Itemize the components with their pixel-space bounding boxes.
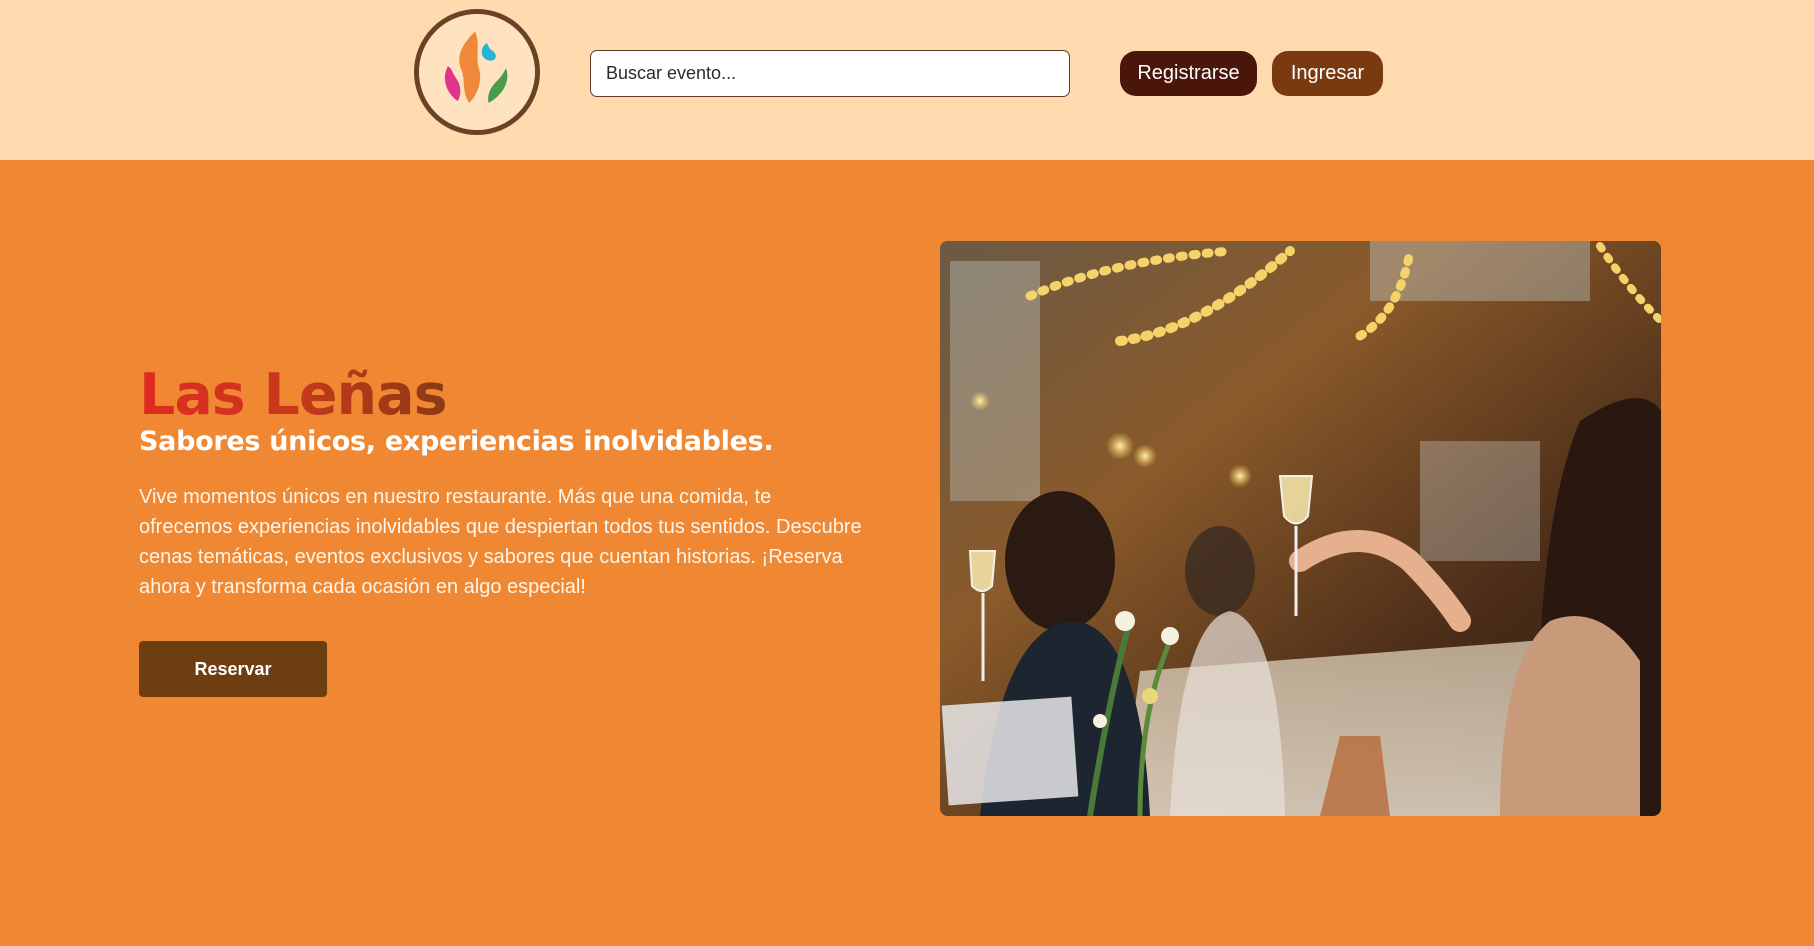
site-header: Registrarse Ingresar bbox=[0, 0, 1814, 160]
hero-description: Vive momentos únicos en nuestro restaura… bbox=[139, 486, 862, 598]
logo[interactable] bbox=[414, 9, 540, 135]
register-button[interactable]: Registrarse bbox=[1120, 51, 1257, 96]
hero-subtitle: Sabores únicos, experiencias inolvidable… bbox=[139, 426, 774, 457]
banquet-toast-photo bbox=[940, 241, 1661, 816]
login-button[interactable]: Ingresar bbox=[1272, 51, 1383, 96]
hero-image bbox=[940, 241, 1661, 816]
reserve-button[interactable]: Reservar bbox=[139, 641, 327, 697]
hero-title: Las Leñas bbox=[139, 362, 448, 428]
search-input[interactable] bbox=[590, 50, 1070, 97]
flame-logo-icon bbox=[419, 14, 535, 130]
hero-section: Las Leñas Sabores únicos, experiencias i… bbox=[0, 160, 1814, 946]
